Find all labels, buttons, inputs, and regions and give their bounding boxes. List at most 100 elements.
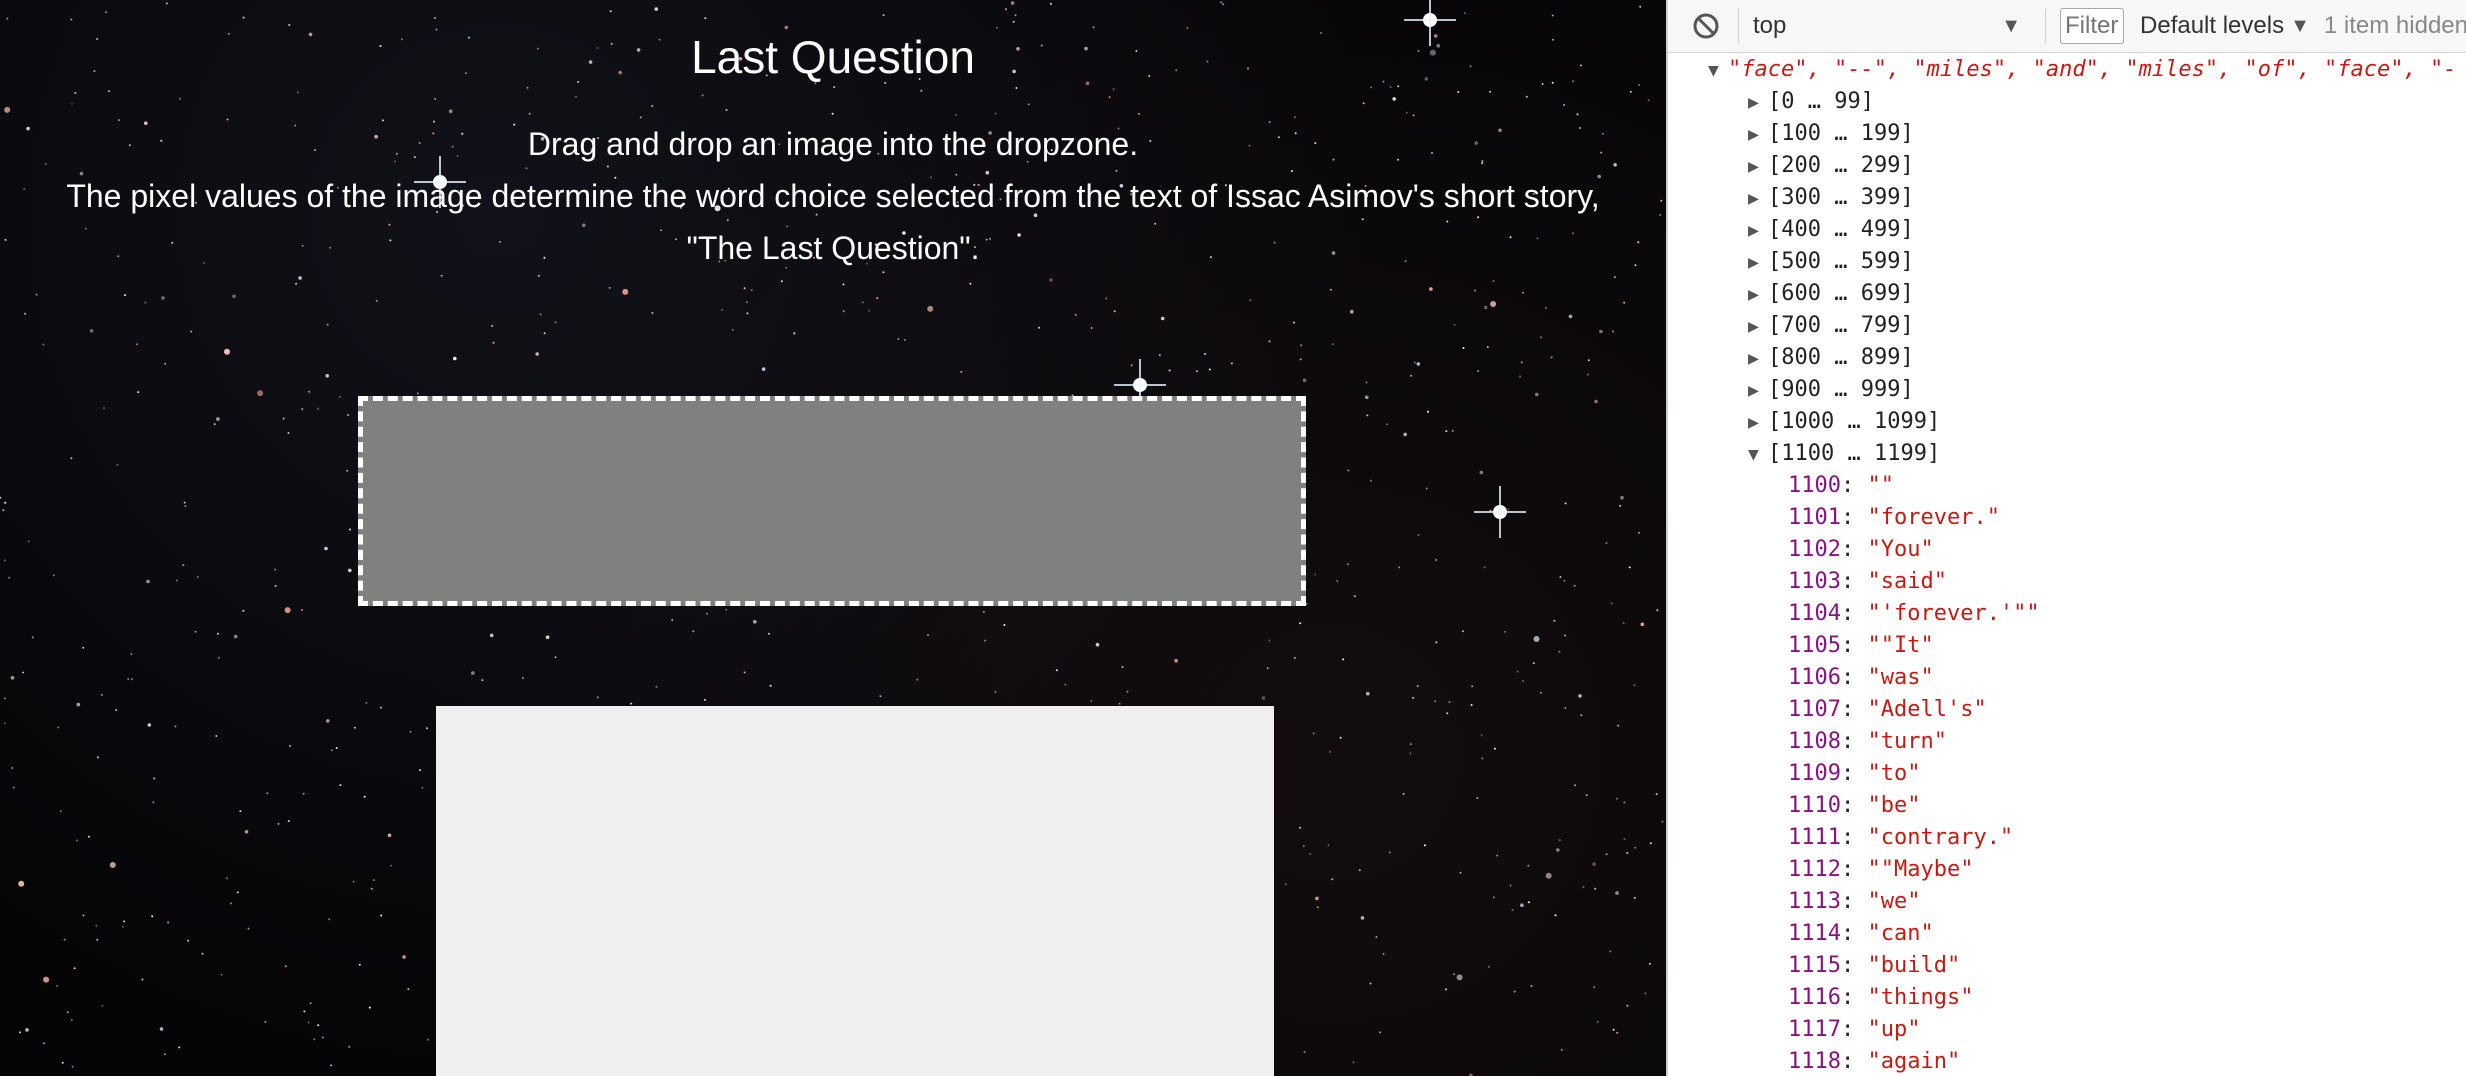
array-group-label: [800 … 899] — [1768, 345, 1914, 370]
array-group-row[interactable]: ▶ [200 … 299] — [1748, 150, 1914, 182]
array-group-label: [300 … 399] — [1768, 185, 1914, 210]
array-group-row[interactable]: ▼ [1100 … 1199] — [1748, 438, 1940, 470]
star — [1299, 358, 1302, 361]
array-preview-row[interactable]: ▼ "face", "--", "miles", "and", "miles", … — [1708, 54, 2456, 86]
star — [842, 283, 845, 286]
star — [190, 330, 193, 333]
star — [2, 509, 5, 512]
star — [761, 367, 766, 371]
array-entry-row: 1114: "can" — [1788, 918, 1934, 950]
star — [1453, 323, 1456, 326]
star — [1609, 950, 1612, 953]
toolbar-divider — [1738, 9, 1739, 43]
star — [1623, 801, 1626, 804]
star — [1074, 313, 1077, 316]
array-group-row[interactable]: ▶ [400 … 499] — [1748, 214, 1914, 246]
star — [1504, 630, 1506, 633]
star — [194, 630, 197, 633]
star — [651, 312, 654, 314]
star — [746, 312, 749, 315]
star — [1293, 321, 1295, 324]
array-group-row[interactable]: ▶ [100 … 199] — [1748, 118, 1914, 150]
star — [545, 635, 550, 640]
star — [521, 677, 524, 679]
star — [390, 864, 393, 867]
star — [365, 701, 368, 704]
star — [71, 102, 73, 105]
star — [1417, 534, 1420, 537]
star — [1092, 26, 1095, 29]
star — [242, 609, 245, 612]
array-group-label: [500 … 599] — [1768, 249, 1914, 274]
entry-separator: : — [1840, 537, 1868, 562]
star — [1358, 869, 1361, 872]
star — [348, 568, 352, 573]
star — [6, 17, 9, 20]
star — [247, 927, 250, 930]
star — [176, 579, 178, 582]
context-selector[interactable]: top ▼ — [1753, 12, 2031, 40]
star — [1095, 642, 1100, 647]
star — [692, 630, 695, 633]
star — [927, 634, 929, 636]
star — [59, 810, 62, 813]
entry-value: "again" — [1867, 1049, 1961, 1074]
array-group-row[interactable]: ▶ [900 … 999] — [1748, 374, 1914, 406]
star — [1331, 343, 1334, 346]
array-group-row[interactable]: ▶ [500 … 599] — [1748, 246, 1914, 278]
star — [768, 632, 770, 635]
expanded-arrow-icon: ▼ — [1748, 444, 1759, 465]
array-group-row[interactable]: ▶ [0 … 99] — [1748, 86, 1874, 118]
star — [1410, 374, 1413, 377]
filter-input[interactable] — [2060, 8, 2125, 44]
entry-separator: : — [1840, 857, 1868, 882]
star — [575, 95, 577, 98]
star — [325, 374, 330, 378]
star — [1342, 658, 1345, 661]
array-entry-row: 1110: "be" — [1788, 790, 1920, 822]
star — [1112, 88, 1115, 91]
star — [537, 274, 540, 277]
star — [1413, 361, 1416, 364]
star — [1105, 297, 1108, 300]
array-group-row[interactable]: ▶ [600 … 699] — [1748, 278, 1914, 310]
entry-separator: : — [1840, 569, 1868, 594]
clear-console-icon[interactable] — [1688, 8, 1724, 44]
log-levels-label: Default levels — [2140, 12, 2285, 39]
expanded-arrow-icon: ▼ — [1708, 60, 1719, 81]
star — [1456, 974, 1463, 981]
array-entry-row: 1103: "said" — [1788, 566, 1947, 598]
star — [1574, 784, 1576, 787]
star — [1564, 634, 1567, 637]
star — [302, 792, 305, 795]
star — [105, 11, 108, 14]
star — [1535, 392, 1539, 397]
array-group-row[interactable]: ▶ [700 … 799] — [1748, 310, 1914, 342]
entry-value: "" — [1867, 473, 1894, 498]
array-group-row[interactable]: ▶ [300 … 399] — [1748, 182, 1914, 214]
star — [116, 463, 119, 466]
array-entry-row: 1115: "build" — [1788, 950, 1960, 982]
star — [307, 1021, 310, 1024]
star — [10, 676, 15, 680]
star — [1558, 839, 1561, 842]
star — [4, 501, 7, 504]
star — [324, 546, 328, 551]
star — [1309, 852, 1312, 855]
array-group-row[interactable]: ▶ [800 … 899] — [1748, 342, 1914, 374]
star — [1516, 670, 1519, 673]
star — [1329, 288, 1332, 291]
star — [1416, 362, 1421, 366]
star — [608, 286, 611, 289]
star — [1520, 361, 1523, 364]
log-levels-dropdown[interactable]: Default levels ▼ — [2140, 12, 2310, 40]
star — [526, 86, 529, 89]
star — [224, 348, 230, 355]
entry-value: "said" — [1867, 569, 1947, 594]
star — [535, 352, 539, 356]
array-group-row[interactable]: ▶ [1000 … 1099] — [1748, 406, 1940, 438]
star — [1365, 395, 1369, 400]
star — [1573, 584, 1576, 587]
star — [287, 432, 290, 434]
image-dropzone[interactable] — [358, 396, 1306, 606]
